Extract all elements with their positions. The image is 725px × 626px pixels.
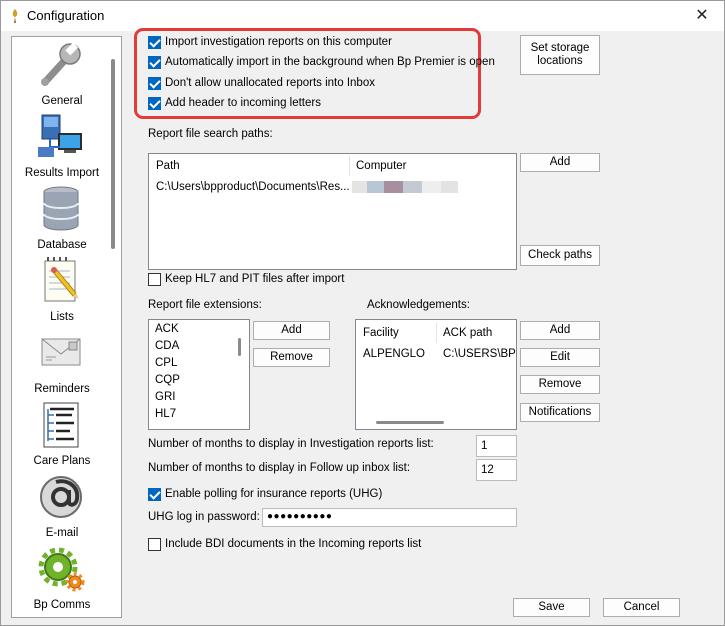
sidebar-item-label: Care Plans xyxy=(33,455,91,467)
sidebar-item-care-plans[interactable]: Care Plans xyxy=(12,399,112,471)
add-header-checkbox[interactable] xyxy=(148,97,161,110)
extensions-scrollbar[interactable] xyxy=(238,338,241,356)
auto-import-label: Automatically import in the background w… xyxy=(165,56,495,68)
column-divider xyxy=(349,156,350,176)
column-header-path[interactable]: Path xyxy=(156,160,180,172)
uhg-polling-label: Enable polling for insurance reports (UH… xyxy=(165,488,383,500)
sidebar-item-label: Database xyxy=(37,239,87,251)
uhg-polling-checkbox[interactable] xyxy=(148,488,161,501)
sidebar-item-results-import[interactable]: Results Import xyxy=(12,111,112,183)
acknowledgements-heading: Acknowledgements: xyxy=(367,299,470,311)
acknowledgements-table[interactable]: Facility ACK path ALPENGLO C:\USERS\BP xyxy=(355,319,517,430)
table-row-ack-path[interactable]: C:\USERS\BP xyxy=(443,348,516,360)
sidebar-item-label: Lists xyxy=(50,311,74,323)
check-paths-button[interactable]: Check paths xyxy=(520,245,600,266)
sidebar: General Results Import Database Lists Re… xyxy=(11,36,122,618)
uhg-password-label: UHG log in password: xyxy=(148,511,260,523)
list-item[interactable]: CPL xyxy=(155,357,177,369)
sidebar-item-bp-comms[interactable]: Bp Comms xyxy=(12,543,112,615)
care-plan-document-icon xyxy=(43,402,79,448)
column-header-ack-path[interactable]: ACK path xyxy=(443,327,492,339)
table-row-path[interactable]: C:\Users\bpproduct\Documents\Res... xyxy=(156,181,350,193)
keep-files-label: Keep HL7 and PIT files after import xyxy=(165,273,345,285)
sidebar-scrollbar[interactable] xyxy=(111,59,115,249)
sidebar-item-label: Bp Comms xyxy=(33,599,91,611)
window-title: Configuration xyxy=(27,8,105,23)
extension-remove-button[interactable]: Remove xyxy=(253,348,330,367)
no-unallocated-checkbox[interactable] xyxy=(148,77,161,90)
uhg-password-field[interactable]: ●●●●●●●●●● xyxy=(262,508,517,527)
gears-icon xyxy=(38,547,85,592)
ack-add-button[interactable]: Add xyxy=(520,321,600,340)
months-followup-label: Number of months to display in Follow up… xyxy=(148,462,411,474)
close-icon[interactable]: ✕ xyxy=(690,5,714,27)
database-icon xyxy=(43,186,79,231)
button-label: locations xyxy=(537,55,583,67)
list-item[interactable]: CDA xyxy=(155,340,179,352)
sidebar-item-reminders[interactable]: Reminders xyxy=(12,327,112,399)
set-storage-locations-button[interactable]: Set storage locations xyxy=(520,35,600,75)
ack-edit-button[interactable]: Edit xyxy=(520,348,600,367)
import-reports-checkbox[interactable] xyxy=(148,36,161,49)
months-investigation-label: Number of months to display in Investiga… xyxy=(148,438,434,450)
column-divider xyxy=(436,323,437,343)
acknowledgements-scrollbar[interactable] xyxy=(376,421,444,424)
configuration-window: Configuration ✕ General Results Import D… xyxy=(0,0,725,626)
no-unallocated-label: Don't allow unallocated reports into Inb… xyxy=(165,77,375,89)
notifications-button[interactable]: Notifications xyxy=(520,403,600,422)
sidebar-item-email[interactable]: E-mail xyxy=(12,471,112,543)
bdi-docs-label: Include BDI documents in the Incoming re… xyxy=(165,538,422,550)
months-followup-input[interactable]: 12 xyxy=(476,459,517,481)
sidebar-item-database[interactable]: Database xyxy=(12,183,112,255)
add-header-label: Add header to incoming letters xyxy=(165,97,321,109)
months-investigation-input[interactable]: 1 xyxy=(476,435,517,457)
computer-network-icon xyxy=(38,114,82,157)
list-item[interactable]: HL7 xyxy=(155,408,176,420)
sidebar-item-label: Results Import xyxy=(24,167,100,179)
import-reports-label: Import investigation reports on this com… xyxy=(165,36,392,48)
ack-remove-button[interactable]: Remove xyxy=(520,375,600,394)
search-paths-heading: Report file search paths: xyxy=(148,128,273,140)
extensions-list[interactable]: ACK CDA CPL CQP GRI HL7 xyxy=(148,319,250,430)
app-icon xyxy=(12,9,18,23)
list-item[interactable]: ACK xyxy=(155,323,179,335)
list-item[interactable]: GRI xyxy=(155,391,175,403)
search-path-add-button[interactable]: Add xyxy=(520,153,600,172)
sidebar-item-label: E-mail xyxy=(45,527,79,539)
sidebar-item-lists[interactable]: Lists xyxy=(12,255,112,327)
computer-name-redacted xyxy=(352,181,458,193)
cancel-button[interactable]: Cancel xyxy=(603,598,680,617)
column-header-computer[interactable]: Computer xyxy=(356,160,407,172)
auto-import-checkbox[interactable] xyxy=(148,56,161,69)
extension-add-button[interactable]: Add xyxy=(253,321,330,340)
save-button[interactable]: Save xyxy=(513,598,590,617)
sidebar-item-label: General xyxy=(41,95,83,107)
keep-files-checkbox[interactable] xyxy=(148,273,161,286)
title-bar: Configuration ✕ xyxy=(1,1,724,31)
sidebar-item-general[interactable]: General xyxy=(12,39,112,111)
bdi-docs-checkbox[interactable] xyxy=(148,538,161,551)
table-row-facility[interactable]: ALPENGLO xyxy=(363,348,425,360)
notepad-pencil-icon xyxy=(44,257,79,302)
button-label: Set storage xyxy=(530,42,590,54)
envelope-icon xyxy=(41,338,81,366)
wrench-icon xyxy=(41,42,81,86)
sidebar-item-label: Reminders xyxy=(34,383,90,395)
at-sign-icon xyxy=(40,476,82,518)
search-paths-table[interactable]: Path Computer C:\Users\bpproduct\Documen… xyxy=(148,153,517,270)
column-header-facility[interactable]: Facility xyxy=(363,327,399,339)
extensions-heading: Report file extensions: xyxy=(148,299,262,311)
list-item[interactable]: CQP xyxy=(155,374,180,386)
